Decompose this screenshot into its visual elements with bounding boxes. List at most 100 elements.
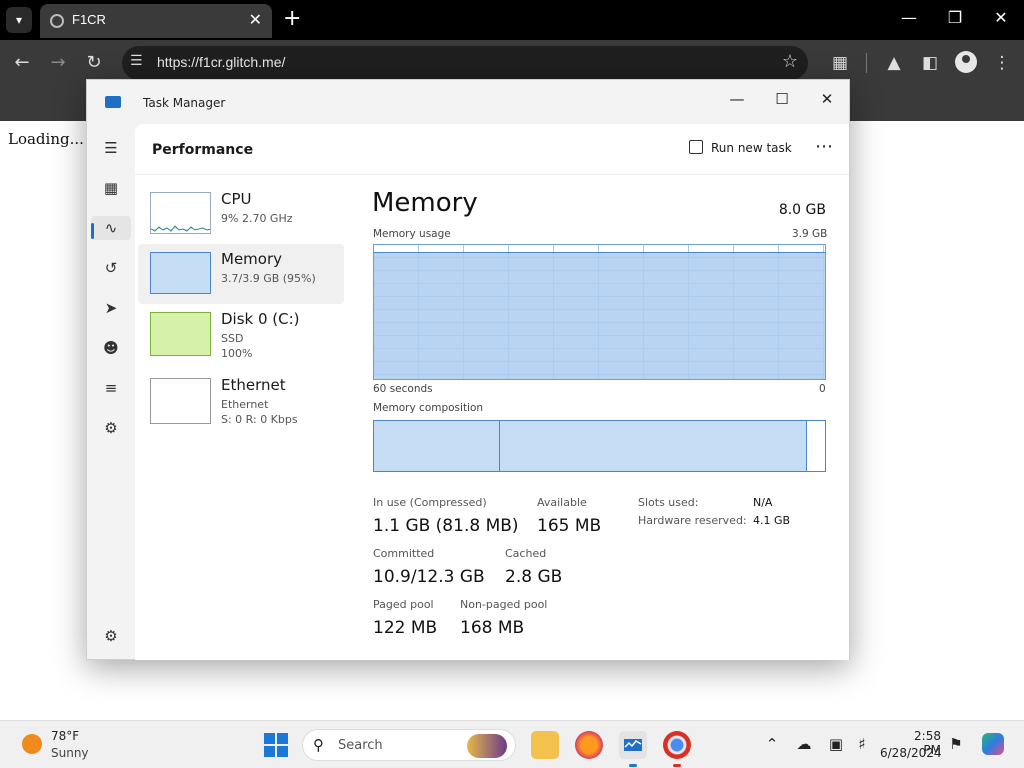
paged-pool-label: Paged pool: [373, 598, 434, 611]
sun-weather-icon[interactable]: [22, 734, 42, 754]
performance-icon[interactable]: ∿: [91, 216, 131, 240]
volume-icon[interactable]: ♯: [852, 735, 872, 753]
hamburger-menu-icon[interactable]: ☰: [99, 136, 123, 160]
page-title: Performance: [152, 142, 254, 158]
clock-date[interactable]: 6/28/2024: [880, 746, 942, 760]
memory-total: 8.0 GB: [778, 202, 826, 218]
details-icon[interactable]: ≡: [99, 376, 123, 400]
menu-kebab-icon[interactable]: ⋮: [989, 50, 1015, 76]
forward-button[interactable]: →: [45, 50, 71, 76]
device-detail-2: S: 0 R: 0 Kbps: [221, 413, 298, 426]
committed-label: Committed: [373, 547, 435, 560]
active-indicator: [91, 223, 94, 239]
search-placeholder: Search: [338, 738, 383, 753]
memory-composition-label: Memory composition: [373, 402, 484, 414]
slots-used-value: N/A: [753, 496, 773, 509]
device-name: CPU: [221, 190, 252, 208]
bookmark-star-icon[interactable]: ☆: [782, 51, 798, 72]
device-item-ethernet[interactable]: Ethernet Ethernet S: 0 R: 0 Kbps: [138, 370, 344, 434]
tm-minimize-button[interactable]: —: [715, 85, 759, 113]
cached-label: Cached: [505, 547, 547, 560]
device-item-disk[interactable]: Disk 0 (C:) SSD 100%: [138, 304, 344, 368]
memory-usage-graph: [373, 244, 826, 380]
profile-avatar[interactable]: [955, 51, 977, 73]
device-detail: 9% 2.70 GHz: [221, 212, 293, 225]
device-name: Memory: [221, 250, 283, 268]
task-manager-taskbar-icon[interactable]: [619, 731, 647, 759]
restore-button[interactable]: ❐: [940, 8, 970, 27]
memory-usage-max: 3.9 GB: [792, 228, 828, 240]
memory-usage-fill: [374, 251, 825, 379]
minimize-button[interactable]: —: [894, 8, 924, 27]
file-explorer-icon[interactable]: [531, 731, 559, 759]
non-paged-pool-label: Non-paged pool: [460, 598, 548, 611]
reload-button[interactable]: ↻: [81, 50, 107, 76]
extensions-icon[interactable]: ▦: [827, 50, 853, 76]
nav-rail: ☰ ▦ ∿ ↺ ➤ ☻ ≡ ⚙ ⚙: [87, 124, 135, 660]
task-manager-app-icon: [105, 96, 121, 108]
site-info-icon[interactable]: ☰: [130, 53, 143, 69]
close-window-button[interactable]: ✕: [986, 8, 1016, 27]
tray-overflow-chevron-icon[interactable]: ⌃: [762, 735, 782, 753]
processes-icon[interactable]: ▦: [99, 176, 123, 200]
windows-logo-tile: [277, 746, 288, 757]
device-detail: SSD: [221, 332, 244, 345]
services-icon[interactable]: ⚙: [99, 416, 123, 440]
chrome-icon[interactable]: [663, 731, 691, 759]
taskbar-search[interactable]: ⚲ Search: [302, 729, 516, 761]
run-new-task-label: Run new task: [711, 141, 792, 155]
performance-pane: Performance Run new task ⋯ CPU 9% 2.70 G…: [135, 124, 849, 660]
search-highlight-icon: [467, 734, 507, 758]
device-item-cpu[interactable]: CPU 9% 2.70 GHz: [138, 184, 344, 244]
users-icon[interactable]: ☻: [99, 336, 123, 360]
side-panel-icon[interactable]: ◧: [917, 50, 943, 76]
search-icon: ⚲: [313, 736, 324, 754]
labs-flask-icon[interactable]: ▲: [881, 50, 907, 76]
memory-heading: Memory: [372, 188, 478, 218]
task-manager-graph-icon: [624, 739, 642, 751]
more-options-icon[interactable]: ⋯: [815, 136, 834, 157]
weather-description[interactable]: Sunny: [51, 746, 89, 760]
network-off-icon[interactable]: ☁: [794, 735, 814, 753]
graph-time-left: 60 seconds: [373, 383, 433, 395]
settings-gear-icon[interactable]: ⚙: [99, 624, 123, 648]
toolbar-divider: [866, 53, 867, 73]
weather-temperature[interactable]: 78°F: [51, 729, 79, 743]
disk-thumbnail-graph: [150, 312, 211, 356]
memory-thumbnail-graph: [150, 252, 211, 294]
device-detail: Ethernet: [221, 398, 269, 411]
notification-bell-icon[interactable]: ⚑: [946, 735, 966, 753]
run-new-task-button[interactable]: Run new task: [689, 140, 792, 155]
cached-value: 2.8 GB: [505, 567, 563, 587]
app-history-icon[interactable]: ↺: [99, 256, 123, 280]
in-use-label: In use (Compressed): [373, 496, 487, 509]
tm-close-button[interactable]: ✕: [805, 85, 849, 113]
mouse-cursor-icon: [994, 237, 1016, 261]
committed-value: 10.9/12.3 GB: [373, 567, 485, 587]
browser-tab-bar: ▾ F1CR ✕ + — ❐ ✕: [0, 0, 1024, 40]
firefox-icon[interactable]: [575, 731, 603, 759]
copilot-icon[interactable]: [982, 733, 1004, 755]
address-bar[interactable]: ☰ https://f1cr.glitch.me/ ☆: [122, 46, 808, 80]
windows-taskbar: 78°F Sunny ⚲ Search ⌃ ☁ ▣ ♯ 2:58 PM 6/28…: [0, 720, 1024, 768]
display-icon[interactable]: ▣: [826, 735, 846, 753]
hardware-reserved-label: Hardware reserved:: [638, 514, 747, 527]
tab-search-button[interactable]: ▾: [6, 7, 32, 33]
startup-apps-icon[interactable]: ➤: [99, 296, 123, 320]
new-tab-button[interactable]: +: [283, 6, 301, 32]
windows-logo-tile: [264, 733, 275, 744]
browser-tab[interactable]: F1CR ✕: [40, 4, 272, 38]
tab-title: F1CR: [72, 12, 106, 27]
device-item-memory[interactable]: Memory 3.7/3.9 GB (95%): [138, 244, 344, 304]
start-button[interactable]: [264, 733, 288, 757]
back-button[interactable]: ←: [9, 50, 35, 76]
device-name: Ethernet: [221, 376, 286, 394]
cpu-thumbnail-graph: [150, 192, 211, 234]
running-indicator: [673, 764, 681, 767]
run-task-icon: [689, 140, 703, 154]
paged-pool-value: 122 MB: [373, 618, 438, 638]
tab-close-icon[interactable]: ✕: [249, 10, 262, 29]
in-use-value: 1.1 GB (81.8 MB): [373, 516, 519, 536]
tm-maximize-button[interactable]: ☐: [760, 85, 804, 113]
slots-used-label: Slots used:: [638, 496, 699, 509]
